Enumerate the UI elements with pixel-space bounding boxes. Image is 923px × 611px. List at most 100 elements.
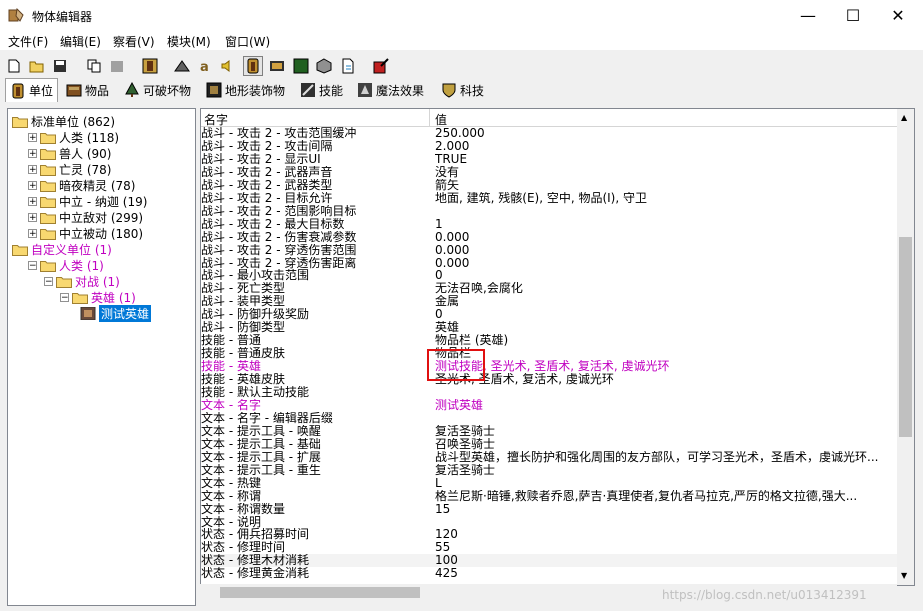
property-value[interactable]: 格兰尼斯·暗锤,救赎者乔恩,萨吉·真理使者,复仇者马拉克,严厉的格文拉德,强大.… <box>435 490 893 503</box>
grid-row[interactable]: 战斗 - 攻击 2 - 攻击范围缓冲 250.000 <box>201 127 898 140</box>
grid-row[interactable]: 技能 - 英雄皮肤 圣光术, 圣盾术, 复活术, 虔诚光环 <box>201 373 898 386</box>
tab-abilities[interactable]: 技能 <box>300 80 343 100</box>
grid-row[interactable]: 战斗 - 攻击 2 - 显示UI TRUE <box>201 153 898 166</box>
tab-doodads[interactable]: 地形装饰物 <box>206 80 285 100</box>
property-value[interactable]: L <box>435 477 893 490</box>
expander-icon[interactable]: + <box>28 148 37 158</box>
close-button[interactable]: ✕ <box>875 0 921 30</box>
expander-icon[interactable]: − <box>44 276 53 286</box>
grid-row[interactable]: 战斗 - 攻击 2 - 武器类型 箭矢 <box>201 179 898 192</box>
property-value[interactable]: 1 <box>435 218 893 231</box>
grid-row[interactable]: 战斗 - 攻击 2 - 目标允许 地面, 建筑, 残骸(E), 空中, 物品(I)… <box>201 192 898 205</box>
property-value[interactable]: 100 <box>435 554 893 567</box>
menu-edit[interactable]: 编辑(E) <box>60 33 101 50</box>
grid-row[interactable]: 文本 - 提示工具 - 唤醒 复活圣骑士 <box>201 425 898 438</box>
tree-node[interactable]: + 暗夜精灵 (78) <box>28 177 135 193</box>
property-value[interactable]: 15 <box>435 503 893 516</box>
expander-icon[interactable]: + <box>28 164 37 174</box>
tree-node[interactable]: + 中立被动 (180) <box>28 225 143 241</box>
grid-row[interactable]: 状态 - 修理黄金消耗 425 <box>201 567 898 580</box>
tab-destructibles[interactable]: 可破坏物 <box>124 80 191 100</box>
expander-icon[interactable]: − <box>60 292 69 302</box>
hscroll-thumb[interactable] <box>220 587 420 598</box>
test-map-icon[interactable] <box>371 56 391 76</box>
grid-row[interactable]: 技能 - 默认主动技能 <box>201 386 898 399</box>
property-value[interactable]: 没有 <box>435 166 893 179</box>
expander-icon[interactable]: + <box>28 180 37 190</box>
expander-icon[interactable]: + <box>28 228 37 238</box>
property-value[interactable]: 0 <box>435 269 893 282</box>
property-value[interactable]: 0.000 <box>435 231 893 244</box>
grid-row[interactable]: 文本 - 名字 - 编辑器后缀 <box>201 412 898 425</box>
unit-module-icon[interactable] <box>140 56 160 76</box>
property-grid[interactable]: 名字 值 战斗 - 攻击 2 - 攻击范围缓冲 250.000 战斗 - 攻击 2 … <box>200 108 899 586</box>
menu-module[interactable]: 模块(M) <box>167 33 211 50</box>
object-editor-icon[interactable] <box>243 56 263 76</box>
grid-row[interactable]: 文本 - 提示工具 - 重生 复活圣骑士 <box>201 464 898 477</box>
property-value[interactable]: 物品栏 <box>435 347 893 360</box>
property-value[interactable]: 250.000 <box>435 127 893 140</box>
property-value[interactable]: 物品栏 (英雄) <box>435 334 893 347</box>
scroll-thumb[interactable] <box>899 237 912 437</box>
grid-row[interactable]: 战斗 - 攻击 2 - 穿透伤害范围 0.000 <box>201 244 898 257</box>
property-value[interactable]: 0 <box>435 308 893 321</box>
grid-row[interactable]: 文本 - 名字 测试英雄 <box>201 399 898 412</box>
tree-node[interactable]: + 兽人 (90) <box>28 145 111 161</box>
grid-row[interactable]: 文本 - 说明 <box>201 516 898 529</box>
property-value[interactable]: 金属 <box>435 295 893 308</box>
expander-icon[interactable]: + <box>28 132 37 142</box>
menu-window[interactable]: 窗口(W) <box>225 33 270 50</box>
grid-row[interactable]: 状态 - 修理时间 55 <box>201 541 898 554</box>
grid-row[interactable]: 状态 - 修理木材消耗 100 <box>201 554 898 568</box>
property-value[interactable]: 箭矢 <box>435 179 893 192</box>
property-value[interactable]: 复活圣骑士 <box>435 425 893 438</box>
tab-units[interactable]: 单位 <box>5 78 59 102</box>
property-value[interactable]: 55 <box>435 541 893 554</box>
paste-icon[interactable] <box>107 56 127 76</box>
expander-icon[interactable]: − <box>28 260 37 270</box>
campaign-icon[interactable] <box>267 56 287 76</box>
ai-editor-icon[interactable] <box>291 56 311 76</box>
expander-icon[interactable]: + <box>28 212 37 222</box>
text-icon[interactable]: a <box>195 56 215 76</box>
grid-row[interactable]: 战斗 - 防御类型 英雄 <box>201 321 898 334</box>
property-value[interactable]: 0.000 <box>435 257 893 270</box>
import-manager-icon[interactable] <box>338 56 358 76</box>
property-value[interactable]: 地面, 建筑, 残骸(E), 空中, 物品(I), 守卫 <box>435 192 893 205</box>
tree-node[interactable]: − 对战 (1) <box>44 273 120 289</box>
expander-icon[interactable]: + <box>28 196 37 206</box>
tree-node[interactable]: + 人类 (118) <box>28 129 119 145</box>
property-value[interactable]: 战斗型英雄，擅长防护和强化周围的友方部队，可学习圣光术，圣盾术，虔诚光环... <box>435 451 893 464</box>
grid-row[interactable]: 战斗 - 攻击 2 - 范围影响目标 <box>201 205 898 218</box>
grid-row[interactable]: 战斗 - 死亡类型 无法召唤,会腐化 <box>201 282 898 295</box>
tree-node[interactable]: − 英雄 (1) <box>60 289 136 305</box>
grid-row[interactable]: 技能 - 英雄 测试技能, 圣光术, 圣盾术, 复活术, 虔诚光环 <box>201 360 898 373</box>
grid-row[interactable]: 战斗 - 攻击 2 - 穿透伤害距离 0.000 <box>201 257 898 270</box>
tree-node[interactable]: + 中立敌对 (299) <box>28 209 143 225</box>
copy-icon[interactable] <box>84 56 104 76</box>
tree-node[interactable]: + 亡灵 (78) <box>28 161 111 177</box>
property-value[interactable]: 测试英雄 <box>435 399 893 412</box>
grid-row[interactable]: 文本 - 热键 L <box>201 477 898 490</box>
tree-node[interactable]: − 人类 (1) <box>28 257 104 273</box>
tree-node[interactable]: −自定义单位 (1) <box>12 241 112 257</box>
tab-upgrades[interactable]: 科技 <box>441 80 484 100</box>
terrain-icon[interactable] <box>172 56 192 76</box>
property-value[interactable]: 0.000 <box>435 244 893 257</box>
menu-view[interactable]: 察看(V) <box>113 33 155 50</box>
property-value[interactable]: 英雄 <box>435 321 893 334</box>
grid-row[interactable]: 战斗 - 最小攻击范围 0 <box>201 269 898 282</box>
vertical-scrollbar[interactable]: ▲ ▼ <box>897 108 915 586</box>
grid-row[interactable]: 战斗 - 攻击 2 - 武器声音 没有 <box>201 166 898 179</box>
tab-items[interactable]: 物品 <box>66 80 109 100</box>
tree-node[interactable]: 测试英雄 <box>76 304 152 322</box>
grid-row[interactable]: 战斗 - 攻击 2 - 攻击间隔 2.000 <box>201 140 898 153</box>
scroll-up-icon[interactable]: ▲ <box>901 113 907 122</box>
tree-node[interactable]: + 中立 - 纳迦 (19) <box>28 193 147 209</box>
grid-row[interactable]: 战斗 - 装甲类型 金属 <box>201 295 898 308</box>
property-value[interactable]: 圣光术, 圣盾术, 复活术, 虔诚光环 <box>435 373 893 386</box>
maximize-button[interactable]: ☐ <box>830 0 876 30</box>
object-manager-icon[interactable] <box>314 56 334 76</box>
scroll-down-icon[interactable]: ▼ <box>901 571 907 580</box>
property-value[interactable]: 无法召唤,会腐化 <box>435 282 893 295</box>
